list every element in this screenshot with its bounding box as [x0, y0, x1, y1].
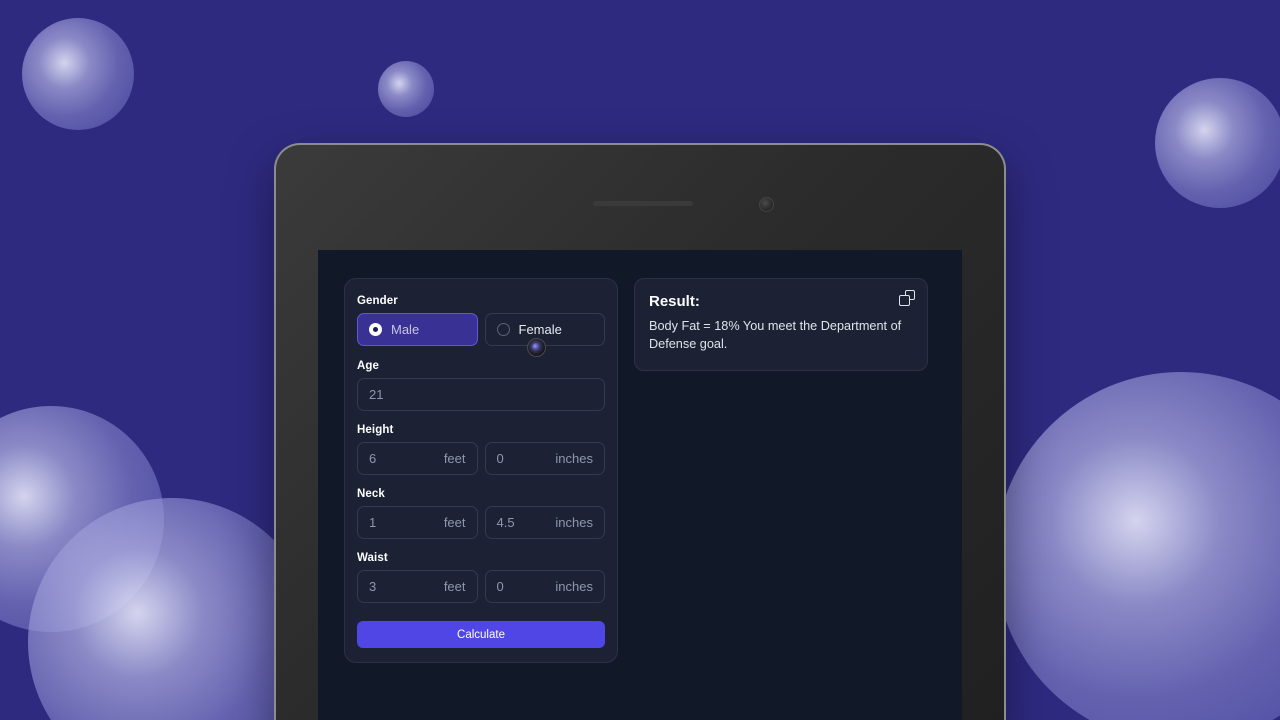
- waist-feet-input[interactable]: 3 feet: [357, 570, 478, 603]
- neck-inches-value: 4.5: [496, 515, 515, 530]
- neck-feet-value: 1: [369, 515, 377, 530]
- gender-option-male[interactable]: Male: [357, 313, 478, 346]
- height-feet-input[interactable]: 6 feet: [357, 442, 478, 475]
- sensor-dot-icon: [759, 197, 774, 212]
- height-inches-input[interactable]: 0 inches: [484, 442, 605, 475]
- neck-label: Neck: [357, 488, 385, 500]
- height-label: Height: [357, 424, 394, 436]
- age-field-group: Age 21: [357, 360, 605, 411]
- calculate-button[interactable]: Calculate: [357, 621, 605, 648]
- neck-inputs-row: 1 feet 4.5 inches: [357, 506, 605, 539]
- result-card: Result: Body Fat = 18% You meet the Depa…: [634, 278, 928, 371]
- gender-label: Gender: [357, 295, 398, 307]
- age-input[interactable]: 21: [357, 378, 605, 411]
- copy-icon-front-square: [899, 295, 910, 306]
- result-text: Body Fat = 18% You meet the Department o…: [649, 319, 902, 352]
- waist-inputs-row: 3 feet 0 inches: [357, 570, 605, 603]
- gender-option-female[interactable]: Female: [484, 313, 605, 346]
- waist-field-group: Waist 3 feet 0 inches: [357, 552, 605, 603]
- height-feet-value: 6: [369, 451, 377, 466]
- result-title: Result:: [649, 293, 700, 310]
- waist-inches-value: 0: [496, 579, 504, 594]
- decor-sphere: [1155, 78, 1280, 208]
- neck-feet-input[interactable]: 1 feet: [357, 506, 478, 539]
- neck-inches-unit: inches: [555, 515, 593, 530]
- body-fat-calculator-app: Gender Male Female Age 21 Height 6 feet …: [318, 250, 962, 663]
- tablet-device-frame: Gender Male Female Age 21 Height 6 feet …: [274, 143, 1006, 720]
- volume-down-button[interactable]: [1005, 493, 1006, 571]
- volume-up-button[interactable]: [1005, 397, 1006, 445]
- height-inputs-row: 6 feet 0 inches: [357, 442, 605, 475]
- tablet-screen: Gender Male Female Age 21 Height 6 feet …: [318, 250, 962, 720]
- radio-selected-icon: [369, 323, 382, 336]
- waist-feet-unit: feet: [443, 579, 466, 594]
- height-feet-unit: feet: [443, 451, 466, 466]
- age-label: Age: [357, 360, 380, 372]
- height-field-group: Height 6 feet 0 inches: [357, 424, 605, 475]
- waist-feet-value: 3: [369, 579, 377, 594]
- decor-sphere: [378, 61, 434, 117]
- radio-unselected-icon: [496, 323, 510, 336]
- age-input-value: 21: [369, 387, 384, 402]
- height-inches-unit: inches: [555, 451, 593, 466]
- camera-lens-iris: [532, 343, 540, 351]
- calculator-form-card: Gender Male Female Age 21 Height 6 feet …: [344, 278, 618, 663]
- gender-option-female-label: Female: [518, 322, 562, 337]
- gender-radio-group: Male Female: [357, 313, 605, 346]
- waist-inches-unit: inches: [555, 579, 593, 594]
- decor-sphere: [995, 372, 1280, 720]
- height-inches-value: 0: [496, 451, 504, 466]
- background-scene: Gender Male Female Age 21 Height 6 feet …: [0, 0, 1280, 720]
- gender-option-male-label: Male: [391, 322, 420, 337]
- neck-feet-unit: feet: [443, 515, 466, 530]
- decor-sphere: [22, 18, 134, 130]
- waist-inches-input[interactable]: 0 inches: [484, 570, 605, 603]
- speaker-grille-icon: [593, 201, 693, 206]
- neck-inches-input[interactable]: 4.5 inches: [484, 506, 605, 539]
- copy-icon[interactable]: [899, 290, 915, 306]
- neck-field-group: Neck 1 feet 4.5 inches: [357, 488, 605, 539]
- waist-label: Waist: [357, 552, 388, 564]
